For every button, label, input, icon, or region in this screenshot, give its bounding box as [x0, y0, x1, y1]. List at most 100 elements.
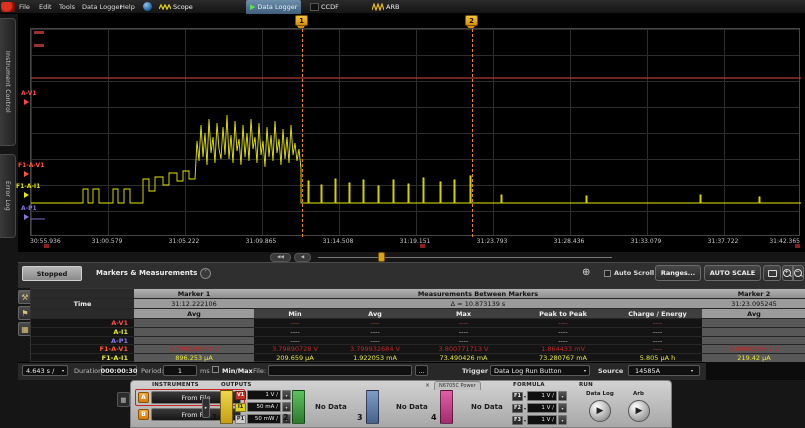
sidebar-tab-instrument-control[interactable]: Instrument Control	[0, 18, 16, 146]
channel-3-number: 3	[357, 413, 363, 422]
source-label: Source	[598, 367, 623, 375]
marker1-line[interactable]	[302, 29, 303, 237]
menu-help[interactable]: Help	[118, 3, 137, 12]
crosshair-icon[interactable]: ⊕	[582, 267, 590, 278]
time-scale-dropdown[interactable]: 4.643 s /▾	[22, 365, 68, 376]
marker2-header[interactable]: Marker 2	[702, 289, 805, 299]
zoom-out-button[interactable]: −	[793, 265, 804, 281]
row-label-a-p1[interactable]: A-P1	[31, 337, 134, 346]
channel-label-a-v1[interactable]: A-V1	[21, 90, 37, 97]
waveform-plot[interactable]	[30, 28, 800, 236]
channel-label-a-p1[interactable]: A-P1	[21, 205, 37, 212]
auto-scroll-label[interactable]: Auto Scroll	[614, 269, 654, 277]
scroll-left-button[interactable]: ◀	[294, 253, 311, 262]
cell: ----	[513, 328, 613, 337]
benchvue-icon[interactable]	[143, 2, 152, 11]
minmax-checkbox[interactable]	[212, 366, 219, 373]
cell: ----	[336, 337, 414, 346]
source-dropdown[interactable]: 14585A▾	[628, 365, 700, 376]
cell: ----	[254, 328, 336, 337]
minmax-label[interactable]: Min/Max	[222, 367, 253, 375]
x-tick: 31:09.865	[246, 238, 277, 245]
app-tab-arb[interactable]: ARB	[368, 0, 403, 14]
auto-scale-button[interactable]: AUTO SCALE	[704, 265, 761, 281]
x-tick: 31:23.793	[477, 238, 508, 245]
f3-badge: F3	[512, 416, 523, 425]
y-axis-tick-mark	[34, 31, 44, 34]
ccdf-icon	[310, 3, 319, 11]
duration-field[interactable]: 000:00:30	[101, 365, 137, 376]
instruments-expand-button[interactable]: ▸	[202, 398, 210, 418]
trigger-dropdown[interactable]: Data Log Run Button▾	[490, 365, 590, 376]
marker2-line[interactable]	[472, 29, 473, 237]
zoom-region-button[interactable]	[763, 265, 781, 281]
app-tab-data-logger[interactable]: ▶ Data Logger	[246, 0, 301, 14]
markers-delta: Δ = 10.873139 s	[254, 299, 702, 309]
f1-badge: F1	[512, 392, 523, 401]
cell: ----	[513, 337, 613, 346]
between-markers-header: Measurements Between Markers	[254, 289, 702, 299]
menu-edit[interactable]: Edit	[37, 3, 54, 12]
row-label-a-i1[interactable]: A-I1	[31, 328, 134, 337]
cell: ----	[414, 337, 513, 346]
chevron-down-icon[interactable]: ▾	[558, 391, 567, 401]
col-charge-energy: Charge / Energy	[613, 309, 702, 319]
x-tick: 31:00.579	[92, 238, 123, 245]
cell: ----	[613, 319, 702, 328]
col-max: Max	[414, 309, 513, 319]
sidebar-tab-error-log[interactable]: Error Log	[0, 154, 16, 238]
x-tick: 31:37.722	[708, 238, 739, 245]
scroll-track[interactable]	[318, 257, 612, 258]
chevron-down-icon[interactable]: ▾	[558, 415, 567, 425]
file-field[interactable]	[268, 365, 412, 376]
app-tab-scope[interactable]: Scope	[155, 0, 197, 14]
panel-menu-button[interactable]: ▦	[117, 392, 130, 407]
marker1-header[interactable]: Marker 1	[134, 289, 254, 299]
row-label-f1-a-v1[interactable]: F1-A-V1	[31, 345, 134, 354]
channel-2-bar[interactable]	[292, 390, 305, 424]
data-log-run-button[interactable]: ▶	[589, 400, 611, 422]
menu-file[interactable]: File	[17, 3, 32, 12]
channel-3-bar[interactable]	[366, 390, 379, 424]
channel-1-bar[interactable]	[220, 390, 233, 424]
chevron-down-icon[interactable]: ▾	[524, 418, 526, 423]
instrument-tab[interactable]: N6705C Power	[434, 381, 481, 390]
period-field[interactable]: 1	[163, 365, 197, 376]
chevron-down-icon[interactable]: ˇ	[200, 268, 211, 279]
chevron-down-icon[interactable]: ▾	[524, 394, 526, 399]
chevron-down-icon[interactable]: ▾	[558, 403, 567, 413]
instruments-header: INSTRUMENTS	[152, 382, 199, 388]
formula-f3-row: F3 ▾ 1 V / ▾	[512, 415, 567, 425]
f1-range-field[interactable]: 1 V /	[527, 391, 557, 401]
auto-scroll-checkbox[interactable]	[604, 270, 611, 277]
browse-button[interactable]: ...	[415, 365, 428, 376]
scroll-handle[interactable]	[378, 252, 385, 262]
channel-4-bar[interactable]	[440, 390, 453, 424]
row-label-a-v1[interactable]: A-V1	[31, 319, 134, 328]
cell: ----	[613, 337, 702, 346]
channel-label-f1-a-i1[interactable]: F1-A-I1	[16, 183, 40, 190]
app-tab-ccdf[interactable]: CCDF	[306, 0, 343, 14]
chevron-down-icon[interactable]: ▾	[282, 402, 291, 412]
arb-run-button[interactable]: ▶	[628, 400, 650, 422]
chevron-down-icon[interactable]: ▾	[524, 406, 526, 411]
chevron-down-icon[interactable]: ▾	[282, 390, 291, 400]
instrument-a-badge: A	[138, 392, 149, 403]
cell: ----	[254, 337, 336, 346]
p1-range-field[interactable]: 50 mW /	[247, 414, 281, 424]
data-region-mark	[44, 244, 49, 248]
scroll-fast-left-button[interactable]: ◀◀	[270, 253, 291, 262]
i1-range-field[interactable]: 50 mA /	[247, 402, 281, 412]
col-marker1-avg: Avg	[134, 309, 254, 319]
p1-badge: P1	[235, 415, 246, 424]
cell: 1.864433 mV	[513, 345, 613, 354]
close-icon[interactable]: ×	[425, 382, 430, 389]
x-tick: 31:28.436	[554, 238, 585, 245]
ranges-button[interactable]: Ranges...	[655, 265, 701, 281]
zoom-in-button[interactable]: +	[782, 265, 793, 281]
f3-range-field[interactable]: 1 V /	[527, 415, 557, 425]
menu-tools[interactable]: Tools	[57, 3, 77, 12]
channel-label-f1-a-v1[interactable]: F1-A-V1	[18, 162, 44, 169]
v1-range-field[interactable]: 1 V /	[247, 390, 281, 400]
f2-range-field[interactable]: 1 V /	[527, 403, 557, 413]
